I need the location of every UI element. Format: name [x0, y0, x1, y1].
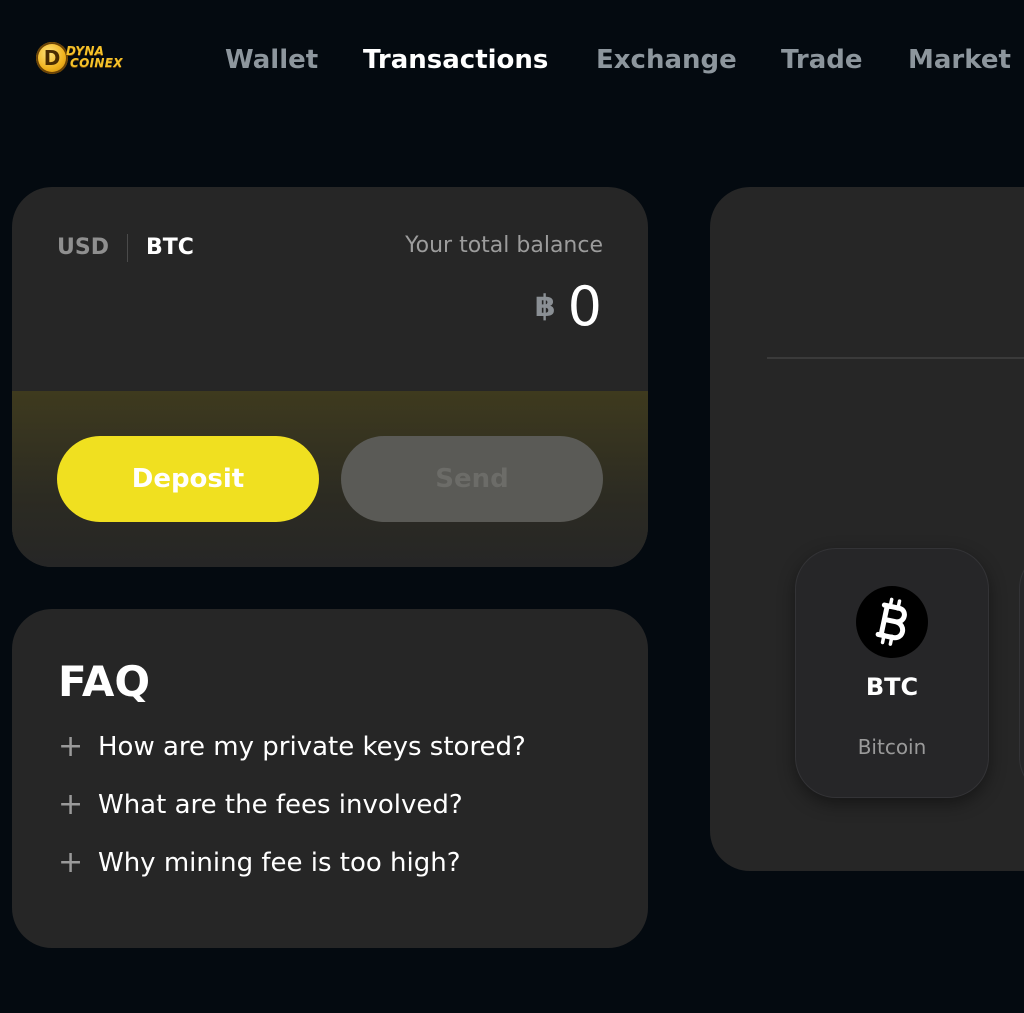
page: D DYNA COINEX Wallet Transactions Exchan…: [0, 0, 1024, 1013]
faq-question: Why mining fee is too high?: [98, 848, 461, 878]
faq-question: How are my private keys stored?: [98, 732, 526, 762]
currency-toggle: USD BTC: [57, 234, 194, 262]
plus-icon: +: [58, 729, 84, 764]
nav-item-trade[interactable]: Trade: [781, 40, 863, 80]
total-balance-amount: ฿ 0: [534, 275, 602, 338]
currency-option-usd[interactable]: USD: [57, 235, 109, 260]
faq-item-private-keys[interactable]: + How are my private keys stored?: [58, 727, 618, 785]
total-balance-label: Your total balance: [405, 233, 603, 258]
deposit-button[interactable]: Deposit: [57, 436, 319, 522]
faq-item-fees[interactable]: + What are the fees involved?: [58, 785, 618, 843]
plus-icon: +: [58, 787, 84, 822]
logo-line-2: COINEX: [70, 56, 123, 70]
bitcoin-icon: [856, 586, 928, 658]
nav-item-exchange[interactable]: Exchange: [596, 40, 737, 80]
total-balance-value: 0: [567, 275, 602, 338]
coin-name: Bitcoin: [857, 735, 927, 759]
nav-item-market[interactable]: Market: [908, 40, 1011, 80]
plus-icon: +: [58, 845, 84, 880]
coin-tile-next[interactable]: [1020, 549, 1024, 797]
currency-option-btc[interactable]: BTC: [146, 235, 194, 260]
balance-card-top: USD BTC Your total balance ฿ 0: [12, 187, 648, 391]
dynacoinex-logo[interactable]: D DYNA COINEX: [36, 40, 142, 76]
coin-tile-btc[interactable]: BTC Bitcoin: [796, 549, 988, 797]
logo-wordmark: DYNA COINEX: [66, 45, 144, 69]
send-button[interactable]: Send: [341, 436, 603, 522]
faq-title: FAQ: [58, 657, 151, 706]
nav-item-transactions[interactable]: Transactions: [363, 40, 548, 80]
nav-item-wallet[interactable]: Wallet: [225, 40, 318, 80]
currency-divider: [126, 234, 128, 262]
faq-card: FAQ + How are my private keys stored? + Wh…: [12, 609, 648, 948]
balance-card: USD BTC Your total balance ฿ 0 Deposit Sen…: [12, 187, 648, 567]
logo-coin-icon: D: [36, 42, 68, 74]
coin-symbol: BTC: [865, 673, 919, 701]
faq-question: What are the fees involved?: [98, 790, 463, 820]
faq-item-mining-fee[interactable]: + Why mining fee is too high?: [58, 843, 618, 901]
faq-list: + How are my private keys stored? + What a…: [58, 727, 618, 901]
coin-selector-panel: BTC Bitcoin: [710, 187, 1024, 871]
panel-divider: [767, 357, 1024, 359]
baht-bitcoin-symbol-icon: ฿: [534, 289, 556, 324]
